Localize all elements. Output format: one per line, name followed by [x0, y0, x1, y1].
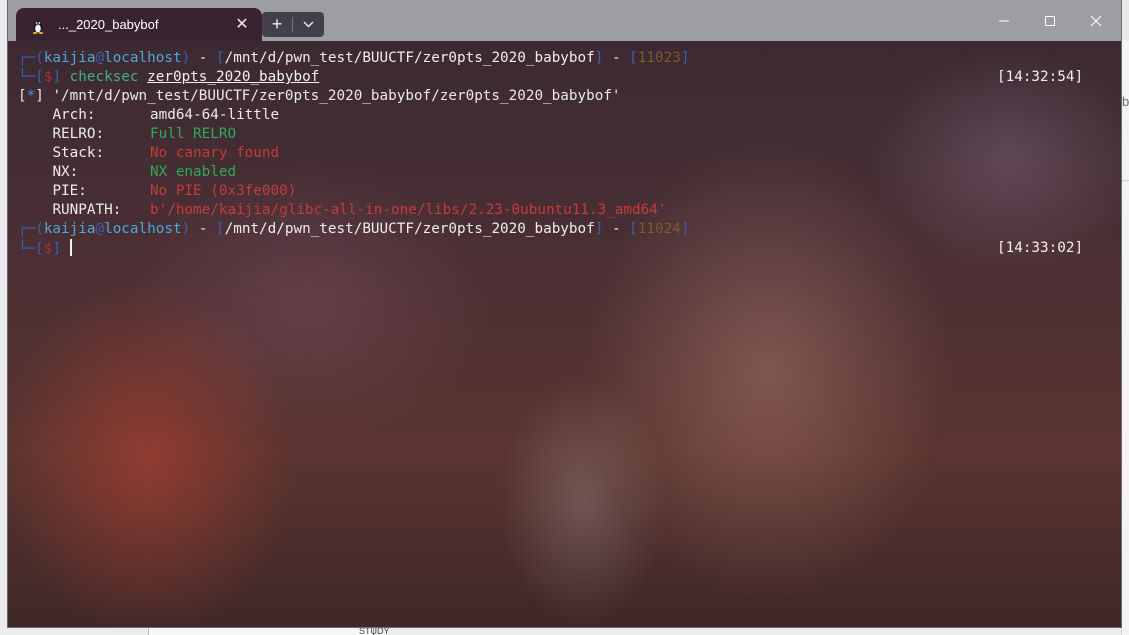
prompt-path: /mnt/d/pwn_test/BUUCTF/zer0pts_2020_baby…	[224, 221, 595, 237]
prompt-dash: -	[198, 221, 208, 237]
close-icon	[1090, 15, 1102, 27]
command-line: └─[$] checksec zer0pts_2020_babybof	[18, 69, 320, 85]
terminal-window: ..._2020_babybof ✕ + ┌─(kaijia@localhost…	[8, 0, 1121, 627]
maximize-button[interactable]	[1027, 6, 1073, 36]
text-cursor	[69, 239, 72, 256]
prompt-dash: -	[198, 50, 208, 66]
profile-dropdown-button[interactable]	[293, 12, 324, 37]
row-value: No PIE (0x3fe000)	[150, 183, 297, 199]
row-value: amd64-64-little	[150, 107, 280, 123]
linux-tux-icon	[32, 21, 44, 34]
row-key: PIE:	[52, 183, 87, 199]
row-value: No canary found	[150, 145, 280, 161]
tab-title: ..._2020_babybof	[58, 17, 159, 32]
row-value: Full RELRO	[150, 126, 237, 142]
background-window-edge: b	[1121, 40, 1129, 635]
prompt-at: @	[95, 50, 105, 66]
checksec-row-nx: NX: NX enabled	[18, 163, 236, 182]
checksec-row-stack: Stack: No canary found	[18, 144, 279, 163]
checksec-row-runpath: RUNPATH: b'/home/kaijia/glibc-all-in-one/…	[18, 201, 666, 220]
background-window-text: b	[1122, 94, 1129, 109]
tab-close-icon[interactable]: ✕	[233, 16, 251, 34]
prompt-host: localhost	[104, 50, 182, 66]
checksec-row-arch: Arch: amd64-64-little	[18, 106, 279, 125]
close-window-button[interactable]	[1073, 6, 1119, 36]
timestamp: [14:32:54]	[997, 69, 1084, 85]
checksec-file-path: '/mnt/d/pwn_test/BUUCTF/zer0pts_2020_bab…	[52, 88, 621, 104]
maximize-icon	[1045, 16, 1055, 26]
divider	[1122, 180, 1129, 181]
checksec-file-line: [*] '/mnt/d/pwn_test/BUUCTF/zer0pts_2020…	[18, 88, 621, 104]
prompt-user: kaijia	[43, 50, 96, 66]
history-number: 11024	[637, 221, 681, 237]
row-key: NX:	[52, 164, 79, 180]
prompt-dash: -	[611, 221, 621, 237]
row-value: NX enabled	[150, 164, 237, 180]
row-key: Stack:	[52, 145, 105, 161]
minimize-button[interactable]	[981, 6, 1027, 36]
prompt-header-line: ┌─(kaijia@localhost) - [/mnt/d/pwn_test/…	[18, 221, 690, 237]
prompt-at: @	[95, 221, 105, 237]
terminal-content[interactable]: ┌─(kaijia@localhost) - [/mnt/d/pwn_test/…	[8, 41, 1121, 627]
tab-babybof[interactable]: ..._2020_babybof ✕	[16, 8, 262, 41]
row-key: RUNPATH:	[52, 202, 122, 218]
prompt-host: localhost	[104, 221, 182, 237]
background-drive-label: STUDY (E:)	[359, 627, 390, 635]
row-key: RELRO:	[52, 126, 105, 142]
row-value: b'/home/kaijia/glibc-all-in-one/libs/2.2…	[150, 202, 667, 218]
background-explorer-item[interactable]: STUDY (E:)	[148, 626, 389, 635]
checksec-row-pie: PIE: No PIE (0x3fe000)	[18, 182, 296, 201]
background-taskbar-strip: STUDY (E:)	[0, 626, 1121, 635]
row-key: Arch:	[52, 107, 96, 123]
new-tab-group: +	[262, 12, 324, 37]
title-bar[interactable]: ..._2020_babybof ✕ +	[8, 0, 1121, 41]
command-argument: zer0pts_2020_babybof	[147, 69, 320, 85]
command-line[interactable]: └─[$]	[18, 239, 72, 258]
prompt-header-line: ┌─(kaijia@localhost) - [/mnt/d/pwn_test/…	[18, 50, 690, 66]
new-tab-button[interactable]: +	[262, 12, 292, 37]
history-number: 11023	[637, 50, 681, 66]
chevron-down-icon	[303, 21, 314, 28]
info-star: *	[26, 88, 36, 104]
prompt-user: kaijia	[43, 221, 96, 237]
prompt-path: /mnt/d/pwn_test/BUUCTF/zer0pts_2020_baby…	[224, 50, 595, 66]
timestamp: [14:33:02]	[997, 240, 1084, 256]
checksec-row-relro: RELRO: Full RELRO	[18, 125, 236, 144]
command-name: checksec	[69, 69, 139, 85]
minimize-icon	[999, 20, 1009, 22]
prompt-dash: -	[611, 50, 621, 66]
